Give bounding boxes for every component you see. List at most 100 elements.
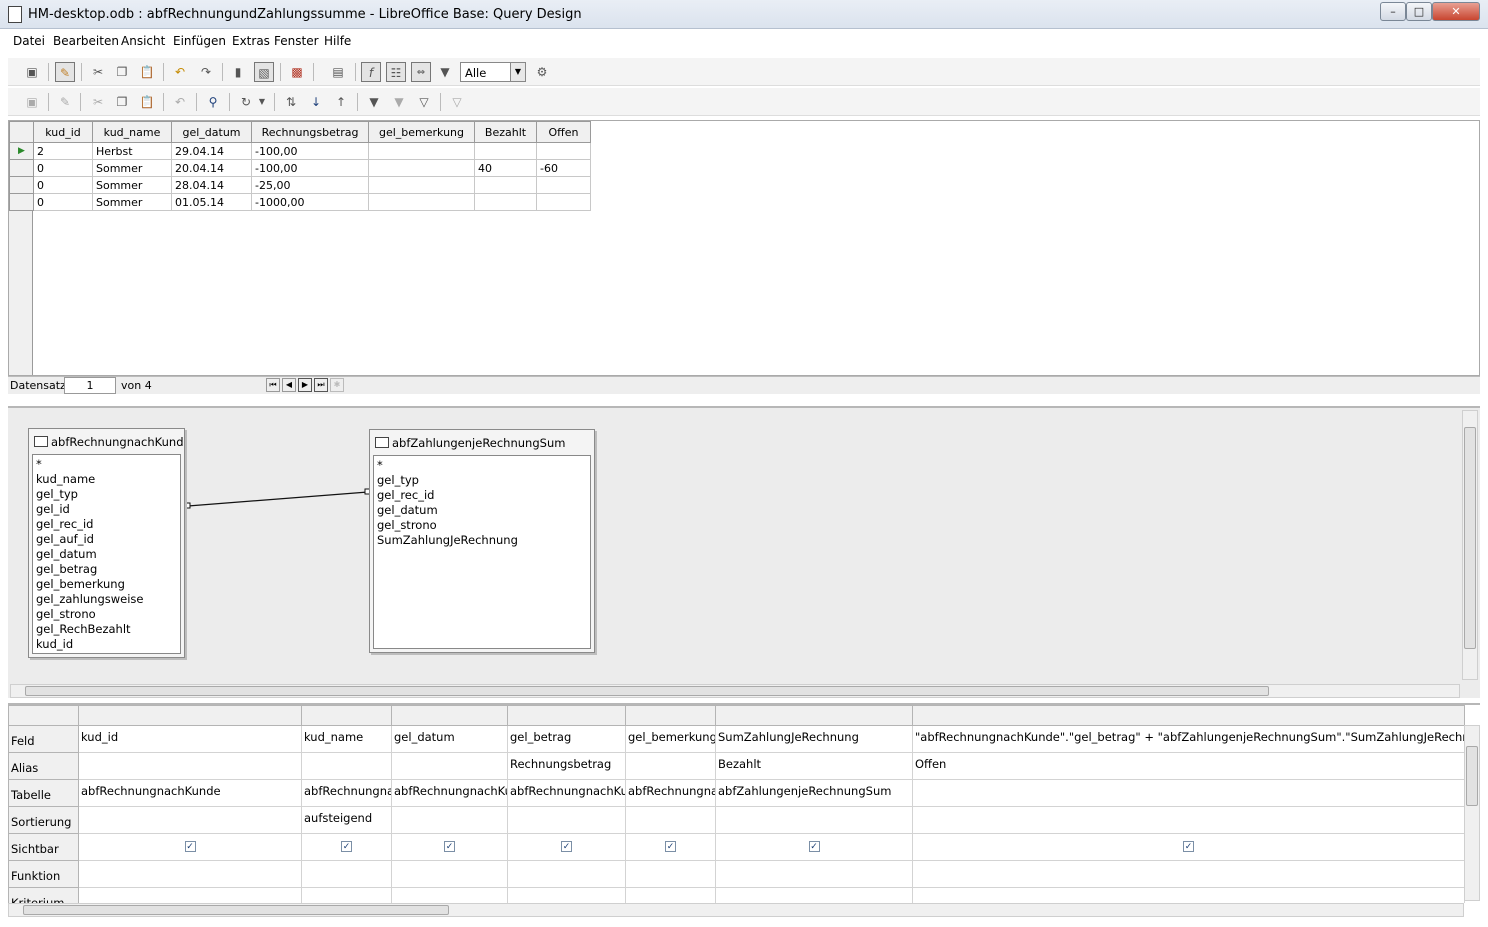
sort-descending-icon[interactable]: ↑ <box>331 92 351 112</box>
cell[interactable] <box>536 176 591 194</box>
table-row[interactable]: ▶ 2 Herbst 29.04.14 -100,00 <box>9 142 591 160</box>
add-table-icon[interactable]: ▤ <box>328 62 348 82</box>
field-item[interactable]: gel_datum <box>36 547 177 562</box>
sort-cell[interactable] <box>78 806 302 834</box>
field-item[interactable]: gel_rec_id <box>36 517 177 532</box>
functions-icon[interactable]: f <box>361 62 381 82</box>
alias-cell[interactable]: Rechnungsbetrag <box>507 752 626 780</box>
next-record-icon[interactable]: ▶ <box>298 378 312 392</box>
table-row[interactable]: 0 Sommer 28.04.14 -25,00 <box>9 176 591 194</box>
table-cell[interactable]: abfRechnungnachKunde <box>625 779 716 807</box>
cell[interactable]: 0 <box>33 193 93 211</box>
previous-record-icon[interactable]: ◀ <box>282 378 296 392</box>
cell[interactable]: 2 <box>33 142 93 160</box>
find-record-icon[interactable]: ⚲ <box>203 92 223 112</box>
design-vertical-scrollbar[interactable] <box>1462 410 1478 680</box>
table-window-title[interactable]: abfRechnungnachKunde <box>29 429 184 451</box>
table-cell[interactable]: abfRechnungnachKunde <box>78 779 302 807</box>
cell[interactable]: 40 <box>474 159 537 177</box>
menu-einfuegen[interactable]: Einfügen <box>173 34 226 48</box>
table-cell[interactable]: abfRechnungnachKunde <box>507 779 626 807</box>
field-cell[interactable]: gel_bemerkung <box>625 725 716 753</box>
autofilter-icon[interactable]: ▼ <box>364 92 384 112</box>
cell[interactable]: Herbst <box>92 142 172 160</box>
table-window-abfRechnungnachKunde[interactable]: abfRechnungnachKunde * kud_name gel_typ … <box>28 428 185 658</box>
grid-vertical-scrollbar[interactable] <box>1464 725 1480 901</box>
column-selector[interactable] <box>301 705 392 726</box>
cell[interactable]: Sommer <box>92 176 172 194</box>
last-record-icon[interactable]: ⏭ <box>314 378 328 392</box>
standard-filter-icon[interactable]: ▽ <box>414 92 434 112</box>
row-header[interactable] <box>9 176 34 194</box>
query-properties-icon[interactable]: ⚙ <box>532 62 552 82</box>
edit-data-icon[interactable]: ✎ <box>55 92 75 112</box>
cut-data-icon[interactable]: ✂ <box>88 92 108 112</box>
cell[interactable]: -100,00 <box>251 159 369 177</box>
alias-cell[interactable] <box>301 752 392 780</box>
cell[interactable]: -100,00 <box>251 142 369 160</box>
field-item[interactable]: gel_datum <box>377 503 587 518</box>
field-item[interactable]: gel_strono <box>377 518 587 533</box>
cell[interactable] <box>474 193 537 211</box>
visible-checkbox[interactable]: ✓ <box>1183 841 1194 852</box>
copy-icon[interactable]: ❐ <box>112 62 132 82</box>
function-cell[interactable] <box>912 860 1465 888</box>
cell[interactable] <box>368 176 475 194</box>
field-item[interactable]: * <box>36 457 177 472</box>
column-header[interactable]: Offen <box>536 121 591 143</box>
remove-filter-icon[interactable]: ▽ <box>447 92 467 112</box>
paste-icon[interactable]: 📋 <box>137 62 157 82</box>
edit-icon[interactable]: ✎ <box>55 62 75 82</box>
scrollbar-thumb[interactable] <box>1466 746 1478 806</box>
field-cell[interactable]: gel_betrag <box>507 725 626 753</box>
sort-cell[interactable] <box>912 806 1465 834</box>
column-selector[interactable] <box>78 705 302 726</box>
column-selector[interactable] <box>507 705 626 726</box>
sort-cell[interactable] <box>391 806 508 834</box>
sort-cell[interactable]: aufsteigend <box>301 806 392 834</box>
design-view-icon[interactable]: ▩ <box>287 62 307 82</box>
column-header[interactable]: kud_id <box>33 121 93 143</box>
table-row[interactable]: 0 Sommer 01.05.14 -1000,00 <box>9 193 591 211</box>
menu-hilfe[interactable]: Hilfe <box>324 34 351 48</box>
maximize-icon[interactable]: □ <box>1406 2 1432 21</box>
refresh-icon[interactable]: ↻ <box>236 92 256 112</box>
field-item[interactable]: kud_id <box>36 637 177 652</box>
field-cell[interactable]: SumZahlungJeRechnung <box>715 725 913 753</box>
chevron-down-icon[interactable]: ▼ <box>510 63 525 81</box>
table-row[interactable]: 0 Sommer 20.04.14 -100,00 40 -60 <box>9 159 591 177</box>
function-cell[interactable] <box>78 860 302 888</box>
function-cell[interactable] <box>715 860 913 888</box>
criteria-cell[interactable] <box>391 887 508 903</box>
field-item[interactable]: gel_rec_id <box>377 488 587 503</box>
column-selector[interactable] <box>625 705 716 726</box>
cell[interactable]: -1000,00 <box>251 193 369 211</box>
cell[interactable]: -60 <box>536 159 591 177</box>
field-item[interactable]: gel_typ <box>377 473 587 488</box>
undo-icon[interactable]: ↶ <box>170 62 190 82</box>
field-item[interactable]: gel_RechBezahlt <box>36 622 177 637</box>
table-cell[interactable]: abfRechnungnachKunde <box>391 779 508 807</box>
alias-cell[interactable]: Offen <box>912 752 1465 780</box>
distinct-values-icon[interactable]: ▼ <box>435 62 455 82</box>
undo-data-icon[interactable]: ↶ <box>170 92 190 112</box>
alias-cell[interactable] <box>625 752 716 780</box>
menu-extras[interactable]: Extras <box>232 34 270 48</box>
criteria-cell[interactable] <box>912 887 1465 903</box>
column-selector[interactable] <box>391 705 508 726</box>
alias-cell[interactable]: Bezahlt <box>715 752 913 780</box>
menu-fenster[interactable]: Fenster <box>274 34 319 48</box>
scrollbar-thumb[interactable] <box>25 686 1269 696</box>
scrollbar-thumb[interactable] <box>1464 427 1476 649</box>
grid-horizontal-scrollbar[interactable] <box>8 903 1464 917</box>
cell[interactable] <box>474 142 537 160</box>
table-window-abfZahlungenjeRechnungSum[interactable]: abfZahlungenjeRechnungSum * gel_typ gel_… <box>369 429 595 653</box>
field-item[interactable]: gel_id <box>36 502 177 517</box>
function-cell[interactable] <box>507 860 626 888</box>
field-cell[interactable]: gel_datum <box>391 725 508 753</box>
field-cell[interactable]: kud_name <box>301 725 392 753</box>
cell[interactable]: 20.04.14 <box>171 159 252 177</box>
cell[interactable]: Sommer <box>92 193 172 211</box>
table-window-title[interactable]: abfZahlungenjeRechnungSum <box>370 430 594 452</box>
visible-checkbox[interactable]: ✓ <box>341 841 352 852</box>
